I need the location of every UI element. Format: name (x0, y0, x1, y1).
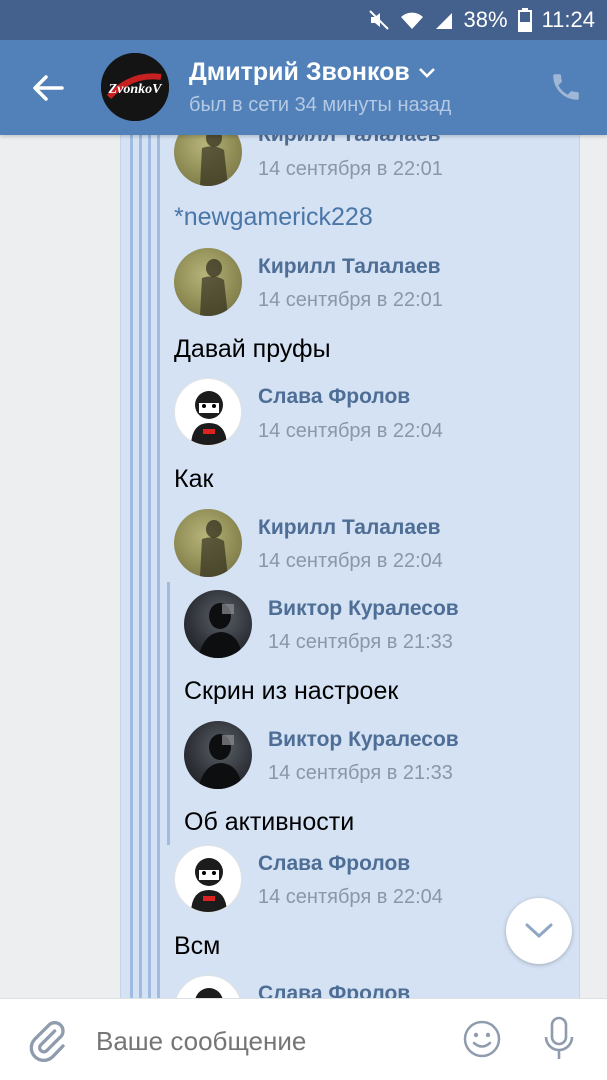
chat-header: ZvonkoV Дмитрий Звонков был в сети 34 ми… (0, 40, 607, 135)
message-input[interactable] (96, 1021, 436, 1061)
message-text: Давай пруфы (174, 335, 331, 363)
message-text[interactable]: *newgamerick228 (174, 203, 373, 232)
emoji-button[interactable] (462, 1019, 502, 1059)
signal-icon (434, 9, 454, 31)
avatar[interactable] (184, 590, 252, 658)
chevron-down-icon (418, 67, 435, 78)
microphone-icon (544, 1016, 574, 1059)
chevron-down-icon (525, 923, 553, 938)
message-date: 14 сентября в 21:33 (268, 762, 453, 784)
sender-name[interactable]: Слава Фролов (258, 385, 410, 409)
message-date: 14 сентября в 22:04 (258, 550, 443, 572)
battery-icon (517, 8, 532, 32)
message-date: 14 сентября в 22:04 (258, 420, 443, 442)
status-bar: 38% 11:24 (0, 0, 607, 40)
svg-text:ZvonkoV: ZvonkoV (108, 82, 164, 97)
message-date: 14 сентября в 22:01 (258, 289, 443, 311)
sender-name[interactable]: Кирилл Талалаев (258, 255, 441, 279)
smile-icon (463, 1020, 501, 1058)
contact-name[interactable]: Дмитрий Звонков (189, 58, 436, 87)
scroll-to-bottom-button[interactable] (506, 898, 572, 964)
sender-name[interactable]: Виктор Куралесов (268, 728, 459, 752)
sender-name[interactable]: Слава Фролов (258, 982, 410, 998)
message-list[interactable]: Кирилл Талалаев 14 сентября в 22:01 *new… (0, 135, 607, 998)
forward-indent-line (148, 135, 151, 998)
sender-name[interactable]: Виктор Куралесов (268, 597, 459, 621)
battery-percent: 38% (463, 7, 508, 32)
avatar[interactable] (174, 509, 242, 577)
avatar[interactable] (184, 721, 252, 789)
back-button[interactable] (28, 68, 68, 108)
message-composer (0, 998, 607, 1080)
contact-avatar[interactable]: ZvonkoV (101, 53, 169, 121)
paperclip-icon (29, 1021, 65, 1062)
message-text: Об активности (184, 808, 355, 836)
forward-indent-line (167, 582, 170, 845)
attach-button[interactable] (28, 1019, 68, 1063)
mute-icon (368, 9, 390, 31)
avatar[interactable] (174, 378, 242, 446)
arrow-left-icon (33, 75, 64, 101)
message-date: 14 сентября в 22:01 (258, 158, 443, 180)
message-text: Скрин из настроек (184, 677, 399, 705)
message-date: 14 сентября в 22:04 (258, 886, 443, 908)
voice-message-button[interactable] (542, 1015, 576, 1063)
forward-indent-line (130, 135, 133, 998)
message-date: 14 сентября в 21:33 (268, 631, 453, 653)
clock: 11:24 (541, 7, 595, 32)
avatar[interactable] (174, 248, 242, 316)
call-button[interactable] (549, 70, 583, 104)
message-text: Всм (174, 932, 221, 960)
sender-name[interactable]: Кирилл Талалаев (258, 516, 441, 540)
forward-indent-line (139, 135, 142, 998)
sender-name[interactable]: Кирилл Талалаев (258, 135, 441, 147)
sender-name[interactable]: Слава Фролов (258, 852, 410, 876)
contact-last-seen: был в сети 34 минуты назад (189, 94, 452, 116)
message-text: Как (174, 465, 214, 493)
avatar[interactable] (174, 845, 242, 913)
wifi-icon (400, 9, 424, 31)
forward-indent-line (157, 135, 160, 998)
phone-icon (553, 74, 579, 100)
